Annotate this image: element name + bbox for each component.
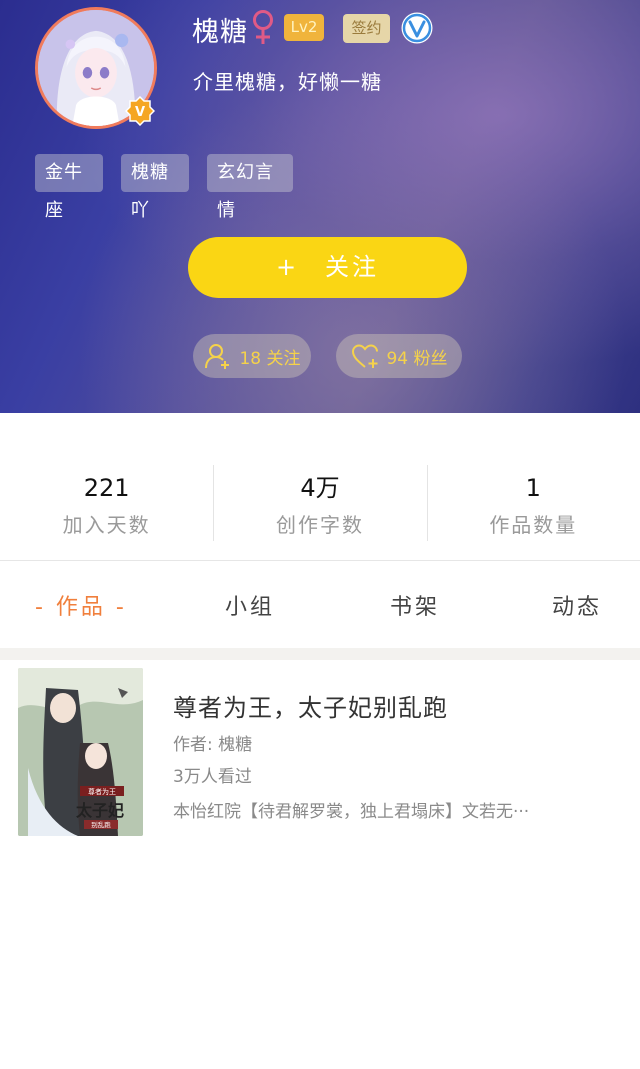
divider	[0, 560, 640, 561]
profile-tag[interactable]: 金牛座	[35, 154, 103, 221]
stat-label: 创作字数	[275, 513, 364, 537]
stat-value: 4万	[300, 474, 340, 502]
female-gender-icon	[253, 10, 273, 44]
stat-label: 加入天数	[62, 513, 151, 537]
fans-count-button[interactable]: 94 粉丝	[336, 334, 462, 378]
stat-days-joined: 221 加入天数	[0, 463, 213, 543]
book-views: 3万人看过	[173, 767, 252, 787]
stat-label: 作品数量	[489, 513, 578, 537]
verified-icon	[401, 12, 433, 44]
book-cover-illustration: 尊者为王 太子妃 别乱跑	[18, 668, 143, 836]
stat-works-count: 1 作品数量	[426, 463, 640, 543]
heart-add-icon	[352, 344, 379, 368]
tab-groups[interactable]: 小组	[225, 580, 275, 636]
stat-value: 221	[83, 474, 130, 502]
signed-badge: 签约	[343, 14, 390, 43]
stat-word-count: 4万 创作字数	[213, 463, 426, 543]
verified-author-badge-icon: V	[125, 96, 155, 126]
book-title[interactable]: 尊者为王，太子妃别乱跑	[173, 688, 448, 723]
level-badge: Lv2	[284, 14, 324, 41]
user-add-icon	[205, 344, 230, 369]
svg-text:尊者为王: 尊者为王	[88, 787, 116, 796]
username: 槐糖	[192, 17, 248, 48]
list-item[interactable]: 尊者为王 太子妃 别乱跑 尊者为王，太子妃别乱跑 作者: 槐糖 3万人看过 本怡…	[10, 660, 640, 845]
section-separator	[0, 648, 640, 660]
tab-bookshelf[interactable]: 书架	[390, 580, 440, 636]
plus-icon: +	[275, 253, 300, 281]
tab-works[interactable]: - 作品 -	[35, 580, 127, 636]
profile-tag[interactable]: 玄幻言情	[207, 154, 293, 221]
svg-text:太子妃: 太子妃	[75, 801, 124, 820]
svg-text:V: V	[135, 105, 145, 120]
profile-tabs: - 作品 - 小组 书架 动态	[0, 580, 640, 636]
follow-button[interactable]: + 关注	[188, 237, 467, 298]
profile-header: V 槐糖 Lv2 签约 介里槐糖，好懒一糖 金牛座 槐糖吖 玄幻言情 + 关注 …	[0, 0, 640, 413]
profile-tag[interactable]: 槐糖吖	[121, 154, 189, 221]
book-cover[interactable]: 尊者为王 太子妃 别乱跑	[18, 668, 143, 836]
follow-button-label: 关注	[325, 253, 380, 281]
profile-bio: 介里槐糖，好懒一糖	[193, 70, 382, 94]
stat-value: 1	[525, 474, 541, 502]
following-count-button[interactable]: 18 关注	[193, 334, 311, 378]
book-author: 作者: 槐糖	[173, 735, 253, 755]
svg-text:别乱跑: 别乱跑	[91, 820, 111, 829]
fans-count: 94 粉丝	[386, 348, 448, 369]
following-count: 18 关注	[239, 348, 301, 369]
stats-bar: 221 加入天数 4万 创作字数 1 作品数量	[0, 463, 640, 543]
book-description: 本怡红院【待君解罗裳，独上君塌床】文若无···	[173, 802, 530, 822]
tab-activity[interactable]: 动态	[552, 580, 602, 636]
